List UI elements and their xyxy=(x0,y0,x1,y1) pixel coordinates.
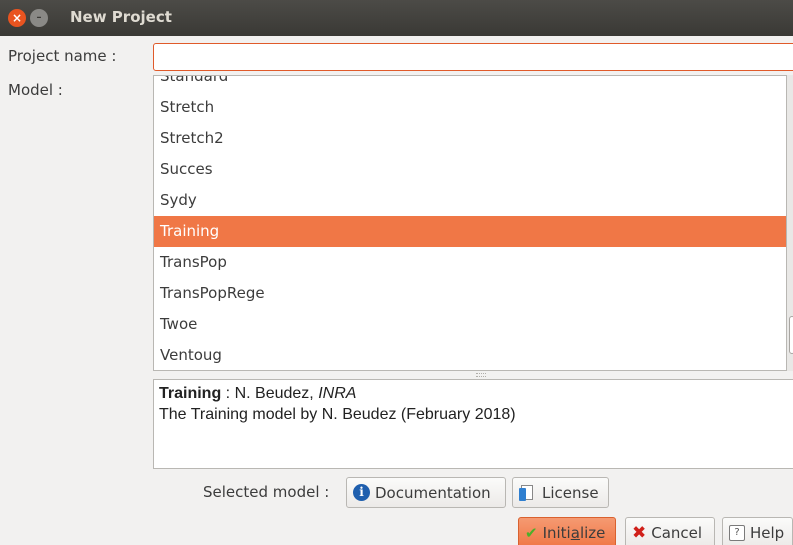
help-button[interactable]: ? Help xyxy=(722,517,793,545)
description-text: The Training model by N. Beudez (Februar… xyxy=(159,406,516,423)
close-icon[interactable]: × xyxy=(8,9,26,27)
model-item-transpoprege[interactable]: TransPopRege xyxy=(154,278,786,309)
initialize-button[interactable]: ✔ Initialize xyxy=(518,517,616,545)
model-item-sydy[interactable]: Sydy xyxy=(154,185,786,216)
selected-model-label: Selected model : xyxy=(203,483,330,501)
check-icon: ✔ xyxy=(525,523,538,542)
window-title: New Project xyxy=(70,8,172,26)
model-item-twoe[interactable]: Twoe xyxy=(154,309,786,340)
project-name-input[interactable] xyxy=(153,43,793,71)
model-label: Model : xyxy=(8,81,63,99)
minimize-icon[interactable]: – xyxy=(30,9,48,27)
license-button[interactable]: License xyxy=(512,477,609,508)
model-item-standard[interactable]: Standard xyxy=(154,76,786,92)
description-header: Training : N. Beudez, INRA xyxy=(159,384,793,404)
documentation-button[interactable]: i Documentation xyxy=(346,477,506,508)
help-icon: ? xyxy=(729,524,745,541)
description-separator: : xyxy=(221,385,235,402)
description-institute: INRA xyxy=(318,385,357,402)
description-model-name: Training xyxy=(159,385,222,402)
model-item-transpop[interactable]: TransPop xyxy=(154,247,786,278)
cancel-button[interactable]: ✖ Cancel xyxy=(625,517,715,545)
splitter-grip-icon[interactable] xyxy=(476,373,486,377)
model-item-succes[interactable]: Succes xyxy=(154,154,786,185)
initialize-label: Initialize xyxy=(542,523,606,542)
description-author: N. Beudez, xyxy=(234,385,319,402)
model-list[interactable]: Standard Stretch Stretch2 Succes Sydy Tr… xyxy=(153,75,787,371)
license-label: License xyxy=(542,483,599,502)
title-bar: × – New Project xyxy=(0,0,793,36)
model-description: Training : N. Beudez, INRA The Training … xyxy=(153,379,793,469)
cross-icon: ✖ xyxy=(632,522,647,543)
info-icon: i xyxy=(353,484,370,501)
help-label: Help xyxy=(750,523,785,542)
license-icon xyxy=(519,484,537,502)
documentation-label: Documentation xyxy=(375,483,491,502)
model-list-scroll-thumb[interactable] xyxy=(789,316,793,354)
model-item-stretch2[interactable]: Stretch2 xyxy=(154,123,786,154)
model-item-ventoug[interactable]: Ventoug xyxy=(154,340,786,370)
project-name-label: Project name : xyxy=(8,47,117,65)
model-item-training[interactable]: Training xyxy=(154,216,786,247)
cancel-label: Cancel xyxy=(651,523,703,542)
pane-splitter[interactable] xyxy=(153,371,793,379)
model-item-stretch[interactable]: Stretch xyxy=(154,92,786,123)
